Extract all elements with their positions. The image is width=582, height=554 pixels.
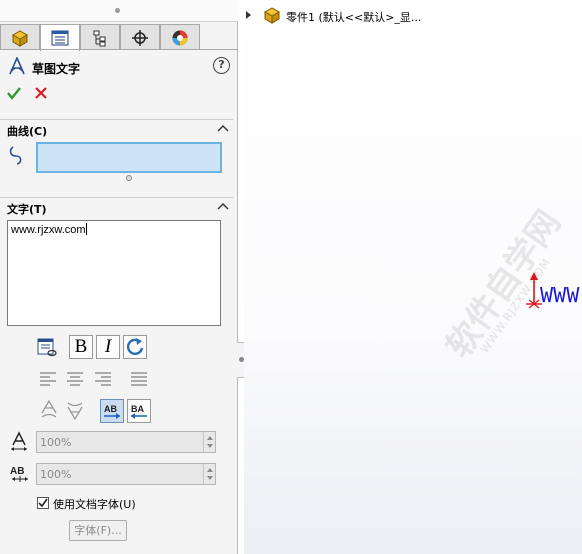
- flip-horizontal-icon: AB: [104, 404, 120, 419]
- spacing-value: 100%: [40, 468, 72, 481]
- bold-button[interactable]: B: [69, 335, 93, 359]
- italic-button[interactable]: I: [96, 335, 120, 359]
- ok-button[interactable]: [6, 85, 22, 101]
- text-group-label: 文字(T): [7, 203, 47, 216]
- spacing-arrows[interactable]: [203, 464, 215, 484]
- expand-arrow-icon[interactable]: [246, 11, 251, 19]
- panel-grip[interactable]: [0, 0, 238, 22]
- font-button[interactable]: 字体(F)...: [69, 520, 127, 541]
- property-manager: 草图文字 ? 曲线(C) 文字(T) www.rjzxw.com B I AB …: [0, 0, 238, 554]
- feature-manager-icon: [11, 29, 29, 47]
- rotate-icon: [126, 338, 144, 355]
- chevron-up-icon[interactable]: [217, 201, 229, 211]
- width-factor-arrows[interactable]: [203, 432, 215, 452]
- selection-box-resize-handle[interactable]: [126, 175, 132, 181]
- curves-group-header[interactable]: 曲线(C): [0, 119, 233, 139]
- curve-icon: [9, 146, 22, 165]
- tab-configuration-manager[interactable]: [80, 24, 120, 50]
- width-factor-value: 100%: [40, 436, 72, 449]
- sketch-text-input[interactable]: www.rjzxw.com: [7, 220, 221, 326]
- spacing-spinner[interactable]: 100%: [36, 463, 216, 485]
- configuration-manager-icon: [93, 30, 106, 46]
- tab-dimxpert[interactable]: [120, 24, 160, 50]
- sketch-text-value: www.rjzxw.com: [11, 224, 86, 236]
- checkmark-icon: [38, 498, 48, 508]
- rotate-button[interactable]: [123, 335, 147, 359]
- flip-vertical-icon[interactable]: [40, 400, 58, 422]
- spacing-icon: AB: [10, 466, 28, 482]
- curves-selection-box[interactable]: [36, 142, 222, 173]
- flip-vertical-up-icon[interactable]: [66, 400, 84, 422]
- link-to-property-icon: [37, 338, 57, 357]
- flip-horizontal-button[interactable]: AB: [100, 399, 124, 423]
- manager-tabs: [0, 24, 238, 51]
- graphics-area[interactable]: 零件1 (默认<<默认>_显... 软件自学网 WWW.RJZXW.COM ww…: [244, 0, 582, 554]
- align-right-icon[interactable]: [94, 370, 112, 388]
- part-tree-label: 零件1 (默认<<默认>_显...: [286, 11, 422, 24]
- width-factor-icon: [11, 431, 27, 451]
- sketch-text-icon: [9, 57, 25, 75]
- svg-text:BA: BA: [131, 404, 144, 414]
- feature-title-row: 草图文字 ?: [8, 56, 230, 78]
- part-icon: [263, 7, 281, 24]
- svg-text:AB: AB: [10, 466, 24, 477]
- display-manager-icon: [172, 30, 188, 45]
- cancel-button[interactable]: [33, 85, 49, 101]
- use-document-font-checkbox[interactable]: [37, 497, 49, 509]
- align-center-icon[interactable]: [66, 370, 84, 388]
- sketch-text-preview[interactable]: www.rjzxw.com: [540, 276, 582, 309]
- feature-title: 草图文字: [32, 62, 81, 76]
- curves-group-label: 曲线(C): [7, 125, 48, 138]
- dimxpert-icon: [132, 29, 148, 46]
- tab-display-manager[interactable]: [160, 24, 200, 50]
- align-left-icon[interactable]: [39, 370, 57, 388]
- property-manager-icon: [51, 30, 69, 46]
- use-document-font-label: 使用文档字体(U): [53, 498, 136, 511]
- link-to-property-button[interactable]: [35, 335, 59, 359]
- help-icon[interactable]: ?: [213, 57, 230, 74]
- flip-horizontal-reverse-button[interactable]: BA: [127, 399, 151, 423]
- width-factor-spinner[interactable]: 100%: [36, 431, 216, 453]
- justify-icon[interactable]: [130, 370, 148, 388]
- tab-feature-manager[interactable]: [0, 24, 40, 50]
- tab-property-manager[interactable]: [40, 24, 80, 51]
- chevron-up-icon[interactable]: [217, 123, 229, 133]
- flyout-tree-root[interactable]: 零件1 (默认<<默认>_显...: [244, 5, 574, 25]
- flip-horizontal-reverse-icon: BA: [131, 404, 147, 419]
- text-group-header[interactable]: 文字(T): [0, 197, 233, 217]
- svg-text:AB: AB: [104, 404, 117, 414]
